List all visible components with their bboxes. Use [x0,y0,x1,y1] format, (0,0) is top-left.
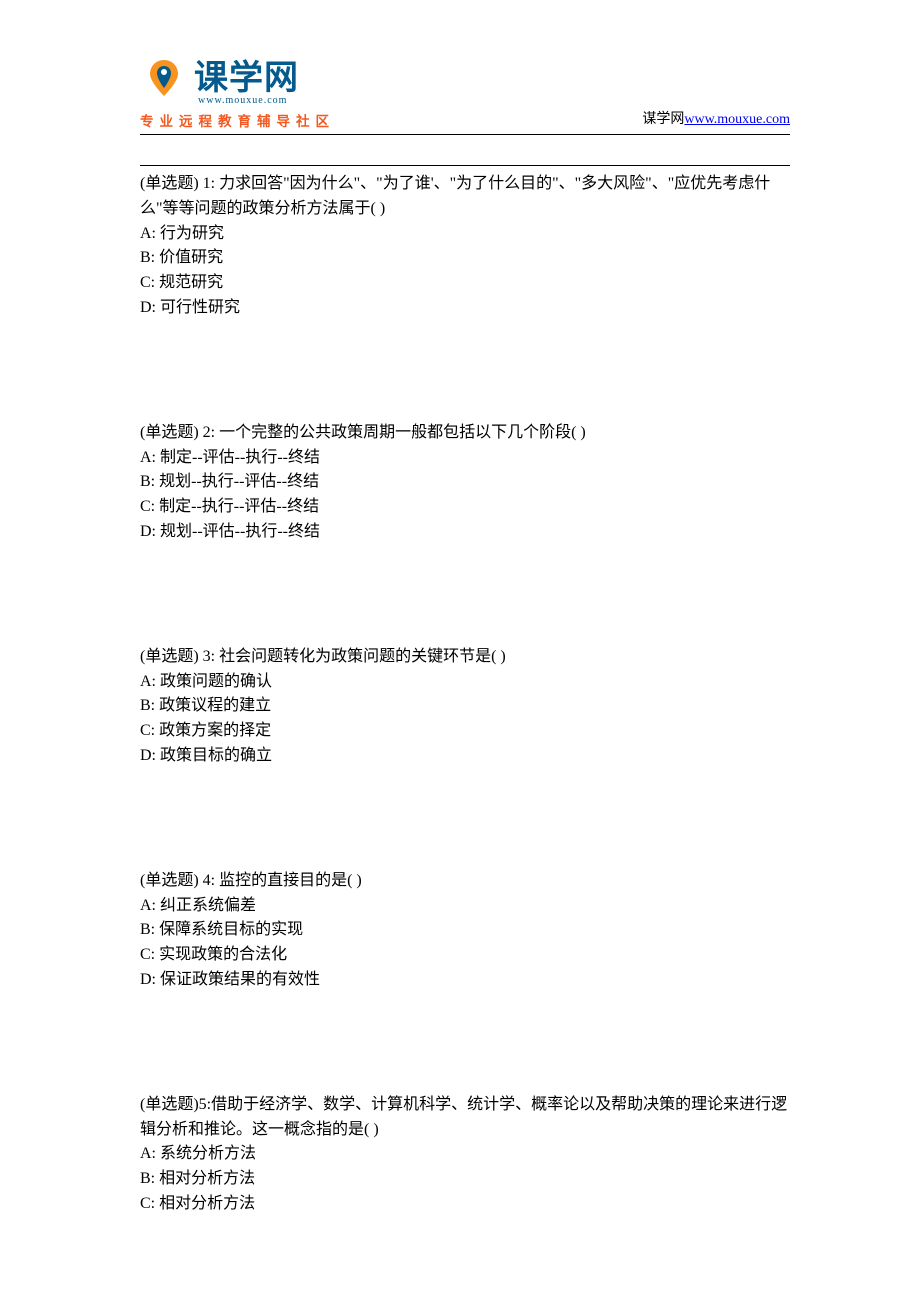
option: B: 保障系统目标的实现 [140,918,790,943]
logo-icon [140,56,188,100]
option: A: 行为研究 [140,222,790,247]
page-header: 课学网 www.mouxue.com 专业远程教育辅导社区 谋学网www.mou… [140,50,790,135]
question-1: (单选题) 1: 力求回答"因为什么"、"为了谁'、"为了什么目的"、"多大风险… [140,172,790,321]
content-area: (单选题) 1: 力求回答"因为什么"、"为了谁'、"为了什么目的"、"多大风险… [140,165,790,1217]
site-label: 谋学网 [642,112,684,127]
logo-tagline: 专业远程教育辅导社区 [140,110,335,130]
option: D: 政策目标的确立 [140,744,790,769]
option: C: 相对分析方法 [140,1192,790,1217]
page-container: 课学网 www.mouxue.com 专业远程教育辅导社区 谋学网www.mou… [0,0,920,1217]
option: D: 保证政策结果的有效性 [140,968,790,993]
question-stem: (单选题) 3: 社会问题转化为政策问题的关键环节是( ) [140,645,790,670]
header-site-link: 谋学网www.mouxue.com [642,108,790,130]
option: A: 政策问题的确认 [140,670,790,695]
option: A: 制定--评估--执行--终结 [140,446,790,471]
question-4: (单选题) 4: 监控的直接目的是( ) A: 纠正系统偏差 B: 保障系统目标… [140,869,790,993]
question-stem: (单选题) 4: 监控的直接目的是( ) [140,869,790,894]
option: B: 规划--执行--评估--终结 [140,470,790,495]
logo-main-text: 课学网 [194,50,299,99]
question-stem: (单选题) 1: 力求回答"因为什么"、"为了谁'、"为了什么目的"、"多大风险… [140,172,790,222]
logo-block: 课学网 www.mouxue.com 专业远程教育辅导社区 [140,50,335,130]
option: C: 政策方案的择定 [140,719,790,744]
question-2: (单选题) 2: 一个完整的公共政策周期一般都包括以下几个阶段( ) A: 制定… [140,421,790,545]
question-stem: (单选题) 2: 一个完整的公共政策周期一般都包括以下几个阶段( ) [140,421,790,446]
option: B: 政策议程的建立 [140,694,790,719]
option: D: 规划--评估--执行--终结 [140,520,790,545]
option: B: 价值研究 [140,246,790,271]
option: C: 规范研究 [140,271,790,296]
option: A: 系统分析方法 [140,1142,790,1167]
site-url-link[interactable]: www.mouxue.com [684,112,790,127]
option: B: 相对分析方法 [140,1167,790,1192]
option: C: 实现政策的合法化 [140,943,790,968]
option: A: 纠正系统偏差 [140,894,790,919]
question-5: (单选题)5:借助于经济学、数学、计算机科学、统计学、概率论以及帮助决策的理论来… [140,1093,790,1217]
question-stem: (单选题)5:借助于经济学、数学、计算机科学、统计学、概率论以及帮助决策的理论来… [140,1093,790,1143]
question-3: (单选题) 3: 社会问题转化为政策问题的关键环节是( ) A: 政策问题的确认… [140,645,790,769]
option: C: 制定--执行--评估--终结 [140,495,790,520]
logo-top-row: 课学网 www.mouxue.com [140,50,335,106]
logo-sub-text: www.mouxue.com [198,95,299,106]
logo-text-wrap: 课学网 www.mouxue.com [194,50,299,106]
option: D: 可行性研究 [140,296,790,321]
